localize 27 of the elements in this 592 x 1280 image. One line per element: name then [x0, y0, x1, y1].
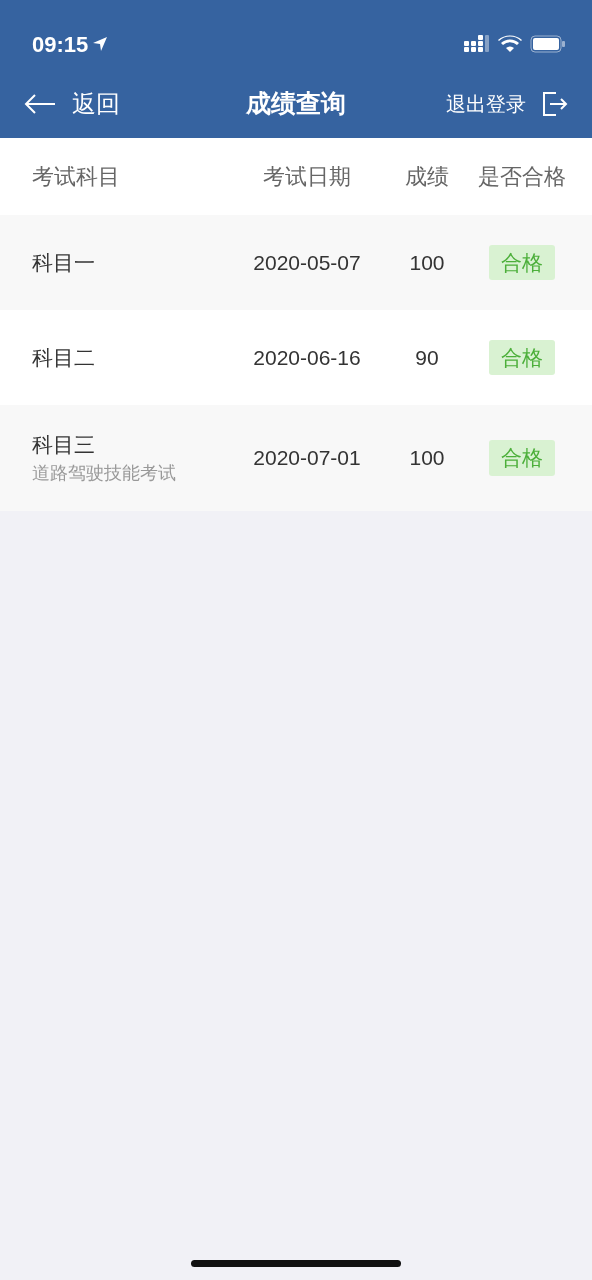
- subject-name: 科目一: [32, 249, 96, 276]
- column-header: 考试日期: [262, 163, 352, 191]
- result-badge: 合格: [489, 440, 555, 476]
- column-header: 成绩: [404, 163, 450, 191]
- exam-date: 2020-05-07: [252, 249, 362, 276]
- back-arrow-icon: [24, 94, 56, 114]
- wifi-icon: [498, 35, 522, 53]
- logout-button[interactable]: 退出登录: [446, 89, 568, 119]
- column-header: 考试科目: [32, 163, 121, 191]
- score: 90: [414, 344, 440, 371]
- page-title: 成绩查询: [246, 88, 346, 120]
- score: 100: [408, 445, 446, 472]
- status-time: 09:15: [32, 30, 89, 59]
- column-header: 是否合格: [477, 163, 567, 191]
- result-badge: 合格: [489, 339, 555, 376]
- score: 100: [408, 249, 446, 276]
- exam-date: 2020-06-16: [252, 344, 362, 371]
- battery-icon: [530, 35, 566, 53]
- location-icon: [92, 36, 109, 52]
- subject-name: 科目三: [32, 431, 96, 458]
- result-badge: 合格: [489, 244, 555, 281]
- subject-note: 道路驾驶技能考试: [32, 462, 177, 486]
- back-button[interactable]: 返回: [24, 86, 120, 122]
- signal-icon: [464, 35, 490, 53]
- subject-name: 科目二: [32, 344, 96, 371]
- logout-icon: [542, 92, 568, 116]
- exam-date: 2020-07-01: [252, 445, 362, 472]
